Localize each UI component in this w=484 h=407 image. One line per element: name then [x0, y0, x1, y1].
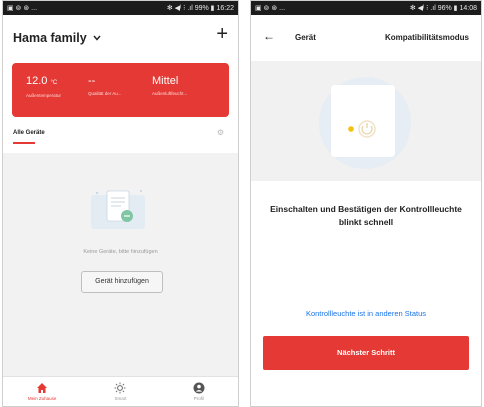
tab-all-devices[interactable]: Alle Geräte	[13, 130, 45, 136]
phone-home-screen: ▣ ⊚ ⊛ ... ✻ ◀ᴵ ⁝ .ıl 99% ▮ 16:22 Hama fa…	[2, 0, 239, 407]
weather-air-quality: -- Qualität der Au...	[88, 75, 122, 96]
bottom-navigation: Mein Zuhause Smart Profil	[3, 376, 238, 406]
nav-label-profile: Profil	[193, 396, 204, 401]
home-title: Hama family	[13, 31, 87, 45]
home-header: Hama family +	[3, 15, 238, 57]
weather-humidity: Mittel Außenluftfeucht...	[152, 75, 187, 96]
phone-pairing-screen: ▣ ⊚ ⊛ ... ✻ ◀ᴵ ⁝ .ıl 96% ▮ 14:08 ← Gerät…	[250, 0, 482, 407]
nav-label-home: Mein Zuhause	[27, 396, 57, 401]
pairing-instruction: Einschalten und Bestätigen der Kontrolll…	[270, 204, 462, 227]
temperature-unit: °C	[50, 80, 58, 86]
compatibility-mode-button[interactable]: Kompatibilitätsmodus	[385, 33, 469, 42]
nav-item-smart[interactable]: Smart	[81, 377, 159, 406]
back-arrow-icon[interactable]: ←	[263, 30, 275, 42]
tab-active-indicator	[13, 142, 35, 144]
pairing-header: ← Gerät Kompatibilitätsmodus	[251, 15, 481, 61]
humidity-label: Außenluftfeucht...	[152, 91, 188, 96]
sun-icon	[114, 382, 126, 394]
device-power-led-illustration-icon	[319, 77, 411, 169]
add-device-button[interactable]: Gerät hinzufügen	[81, 271, 163, 293]
page-title: Gerät	[295, 33, 316, 42]
nav-label-smart: Smart	[114, 396, 127, 401]
air-quality-value: --	[88, 75, 96, 87]
temperature-label: Außentemperatur	[26, 93, 62, 98]
status-left: ▣ ⊚ ⊛ ...	[7, 5, 38, 12]
home-icon	[37, 383, 48, 393]
nav-item-home[interactable]: Mein Zuhause	[3, 377, 81, 406]
empty-state-text: Keine Geräte, bitte hinzufügen	[83, 249, 158, 255]
humidity-value: Mittel	[152, 75, 179, 87]
chevron-down-icon	[93, 35, 101, 41]
temperature-value: 12.0	[26, 75, 48, 87]
add-icon[interactable]: +	[216, 24, 228, 44]
weather-temperature: 12.0 °C Außentemperatur	[26, 75, 61, 98]
air-quality-label: Qualität der Au...	[88, 91, 122, 96]
status-bar: ▣ ⊚ ⊛ ... ✻ ◀ᴵ ⁝ .ıl 99% ▮ 16:22	[3, 1, 238, 15]
status-right: ✻ ◀ᴵ ⁝ .ıl 99% ▮ 16:22	[166, 5, 234, 12]
next-step-button[interactable]: Nächster Schritt	[263, 336, 469, 370]
status-right: ✻ ◀ᴵ ⁝ .ıl 96% ▮ 14:08	[409, 5, 477, 12]
weather-card[interactable]: 12.0 °C Außentemperatur -- Qualität der …	[12, 63, 229, 117]
other-status-link[interactable]: Kontrollleuchte ist in anderen Status	[251, 309, 481, 318]
status-left: ▣ ⊚ ⊛ ...	[255, 5, 286, 12]
profile-icon	[193, 382, 205, 394]
empty-devices-illustration-icon	[91, 190, 145, 229]
gear-icon[interactable]: ⚙	[217, 128, 224, 137]
nav-item-profile[interactable]: Profil	[160, 377, 238, 406]
status-bar: ▣ ⊚ ⊛ ... ✻ ◀ᴵ ⁝ .ıl 96% ▮ 14:08	[251, 1, 481, 15]
home-selector[interactable]: Hama family	[13, 31, 101, 45]
